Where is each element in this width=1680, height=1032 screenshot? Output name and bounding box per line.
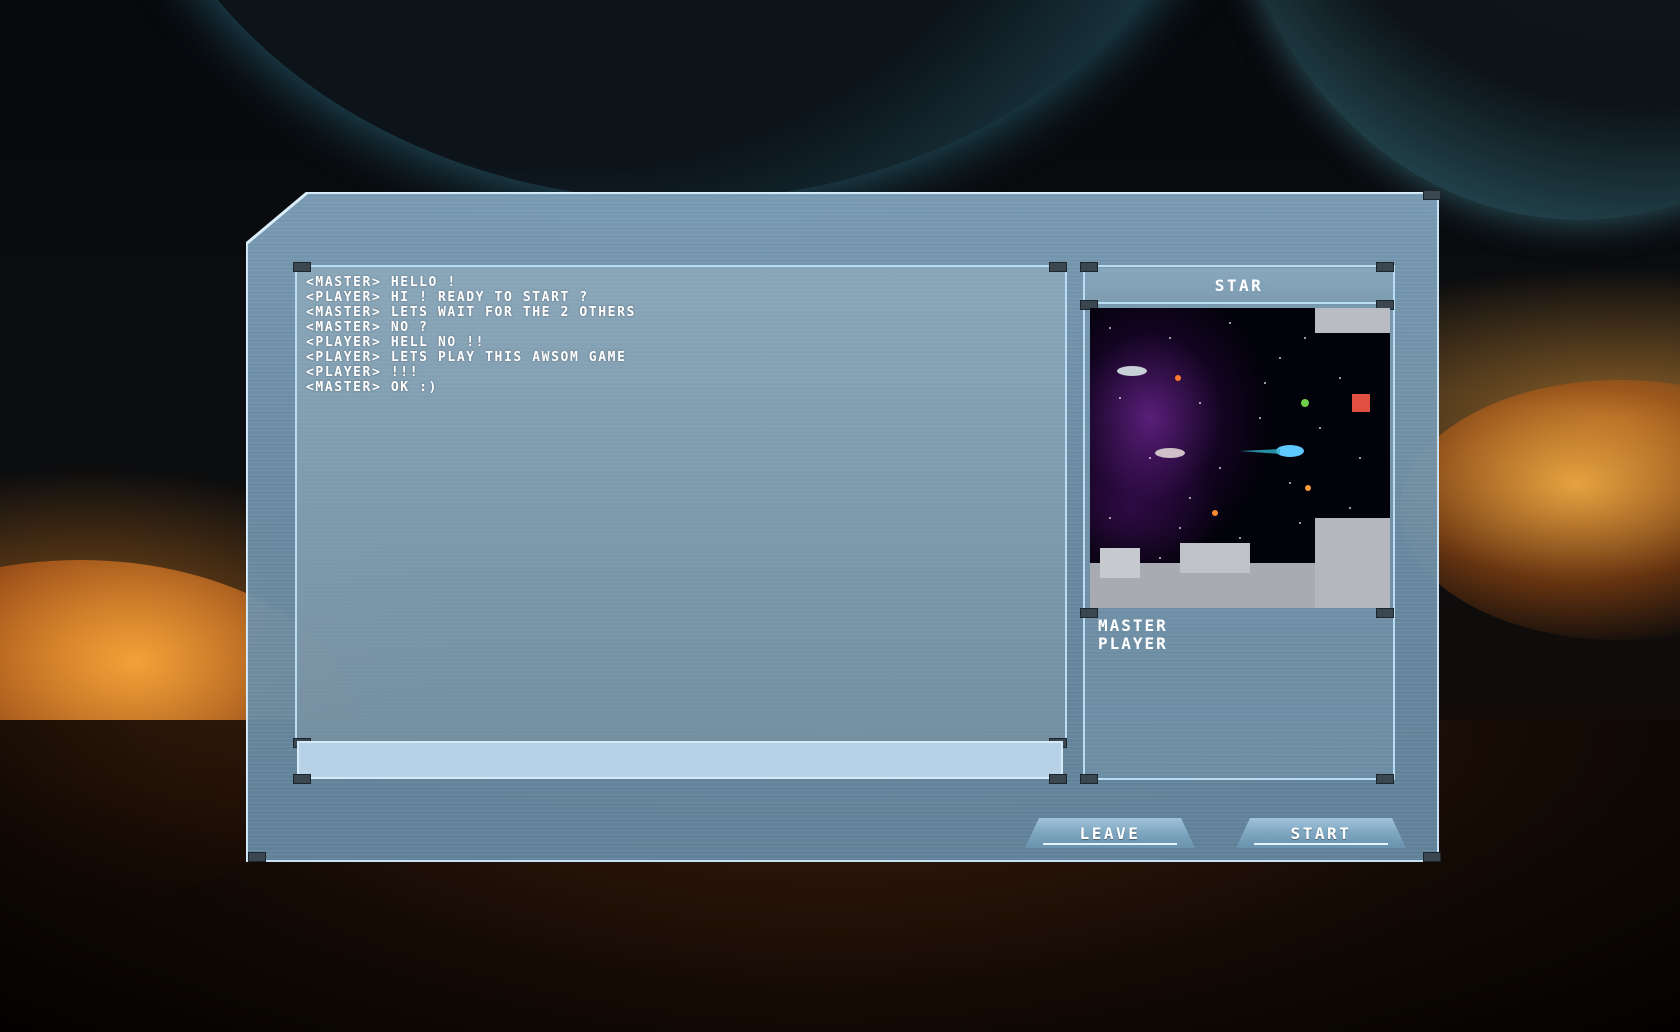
chat-message: <PLAYER> !!! (306, 365, 420, 380)
chat-panel: <MASTER> HELLO ! <PLAYER> HI ! READY TO … (295, 265, 1067, 743)
start-button[interactable]: START (1236, 818, 1406, 848)
map-preview-image (1090, 308, 1390, 608)
players-list: MASTER PLAYER (1098, 617, 1168, 653)
leave-button-label: LEAVE (1079, 823, 1141, 843)
chat-message: <MASTER> OK :) (306, 380, 438, 395)
player-name: MASTER (1098, 616, 1168, 635)
chat-message: <MASTER> HELLO ! (306, 275, 457, 290)
chat-input[interactable] (297, 741, 1063, 779)
chat-message: <PLAYER> HI ! READY TO START ? (306, 290, 589, 305)
chat-message: <MASTER> LETS WAIT FOR THE 2 OTHERS (306, 305, 636, 320)
player-name: PLAYER (1098, 634, 1168, 653)
chat-log: <MASTER> HELLO ! <PLAYER> HI ! READY TO … (306, 275, 1055, 731)
chat-message: <MASTER> NO ? (306, 320, 429, 335)
chat-message: <PLAYER> LETS PLAY THIS AWSOM GAME (306, 350, 627, 365)
leave-button[interactable]: LEAVE (1025, 818, 1195, 848)
room-title-bar: STAR (1085, 268, 1393, 304)
room-title: STAR (1214, 275, 1264, 295)
start-button-label: START (1290, 823, 1352, 843)
chat-message: <PLAYER> HELL NO !! (306, 335, 486, 350)
